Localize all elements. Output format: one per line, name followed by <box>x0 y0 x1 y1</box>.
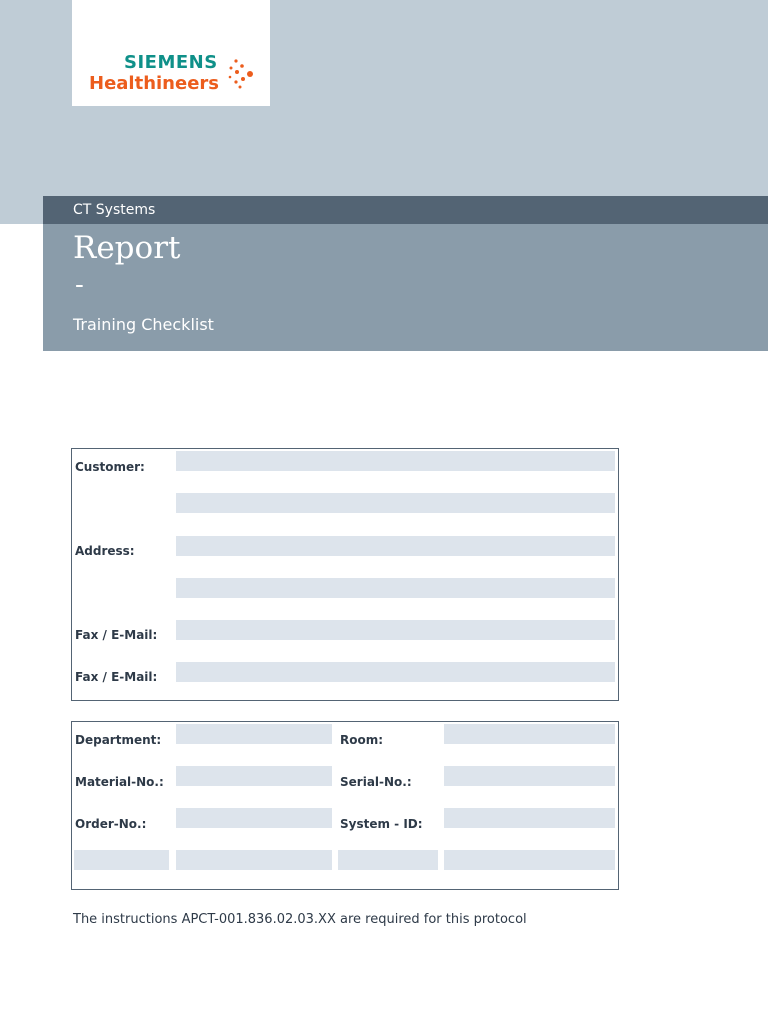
room-field[interactable] <box>444 724 615 744</box>
address-field[interactable] <box>176 536 615 556</box>
material-field[interactable] <box>176 766 332 786</box>
logo-siemens: SIEMENS <box>124 52 218 73</box>
fax-field-2[interactable] <box>176 662 615 682</box>
page-title: Report <box>73 230 181 266</box>
order-label: Order-No.: <box>75 817 147 831</box>
logo-healthineers: Healthineers <box>89 73 219 94</box>
serial-label: Serial-No.: <box>340 775 412 789</box>
customer-label: Customer: <box>75 460 145 474</box>
title-panel: Report - Training Checklist <box>43 224 768 351</box>
title-separator: - <box>75 270 84 300</box>
extra-field-3[interactable] <box>338 850 438 870</box>
fax-label-2: Fax / E-Mail: <box>75 670 158 684</box>
extra-field-2[interactable] <box>176 850 332 870</box>
order-field[interactable] <box>176 808 332 828</box>
fax-label: Fax / E-Mail: <box>75 628 158 642</box>
category-label: CT Systems <box>73 202 156 218</box>
department-label: Department: <box>75 733 162 747</box>
logo-dots-icon <box>228 59 253 89</box>
material-label: Material-No.: <box>75 775 164 789</box>
system-id-label: System - ID: <box>340 817 423 831</box>
extra-field-4[interactable] <box>444 850 615 870</box>
category-strip: CT Systems <box>43 196 768 224</box>
customer-field[interactable] <box>176 451 615 471</box>
system-id-field[interactable] <box>444 808 615 828</box>
instructions-note: The instructions APCT-001.836.02.03.XX a… <box>73 912 527 927</box>
page-subtitle: Training Checklist <box>73 315 214 334</box>
extra-field-1[interactable] <box>74 850 169 870</box>
serial-field[interactable] <box>444 766 615 786</box>
address-field-2[interactable] <box>176 578 615 598</box>
customer-field-2[interactable] <box>176 493 615 513</box>
department-field[interactable] <box>176 724 332 744</box>
fax-field[interactable] <box>176 620 615 640</box>
address-label: Address: <box>75 544 135 558</box>
room-label: Room: <box>340 733 384 747</box>
